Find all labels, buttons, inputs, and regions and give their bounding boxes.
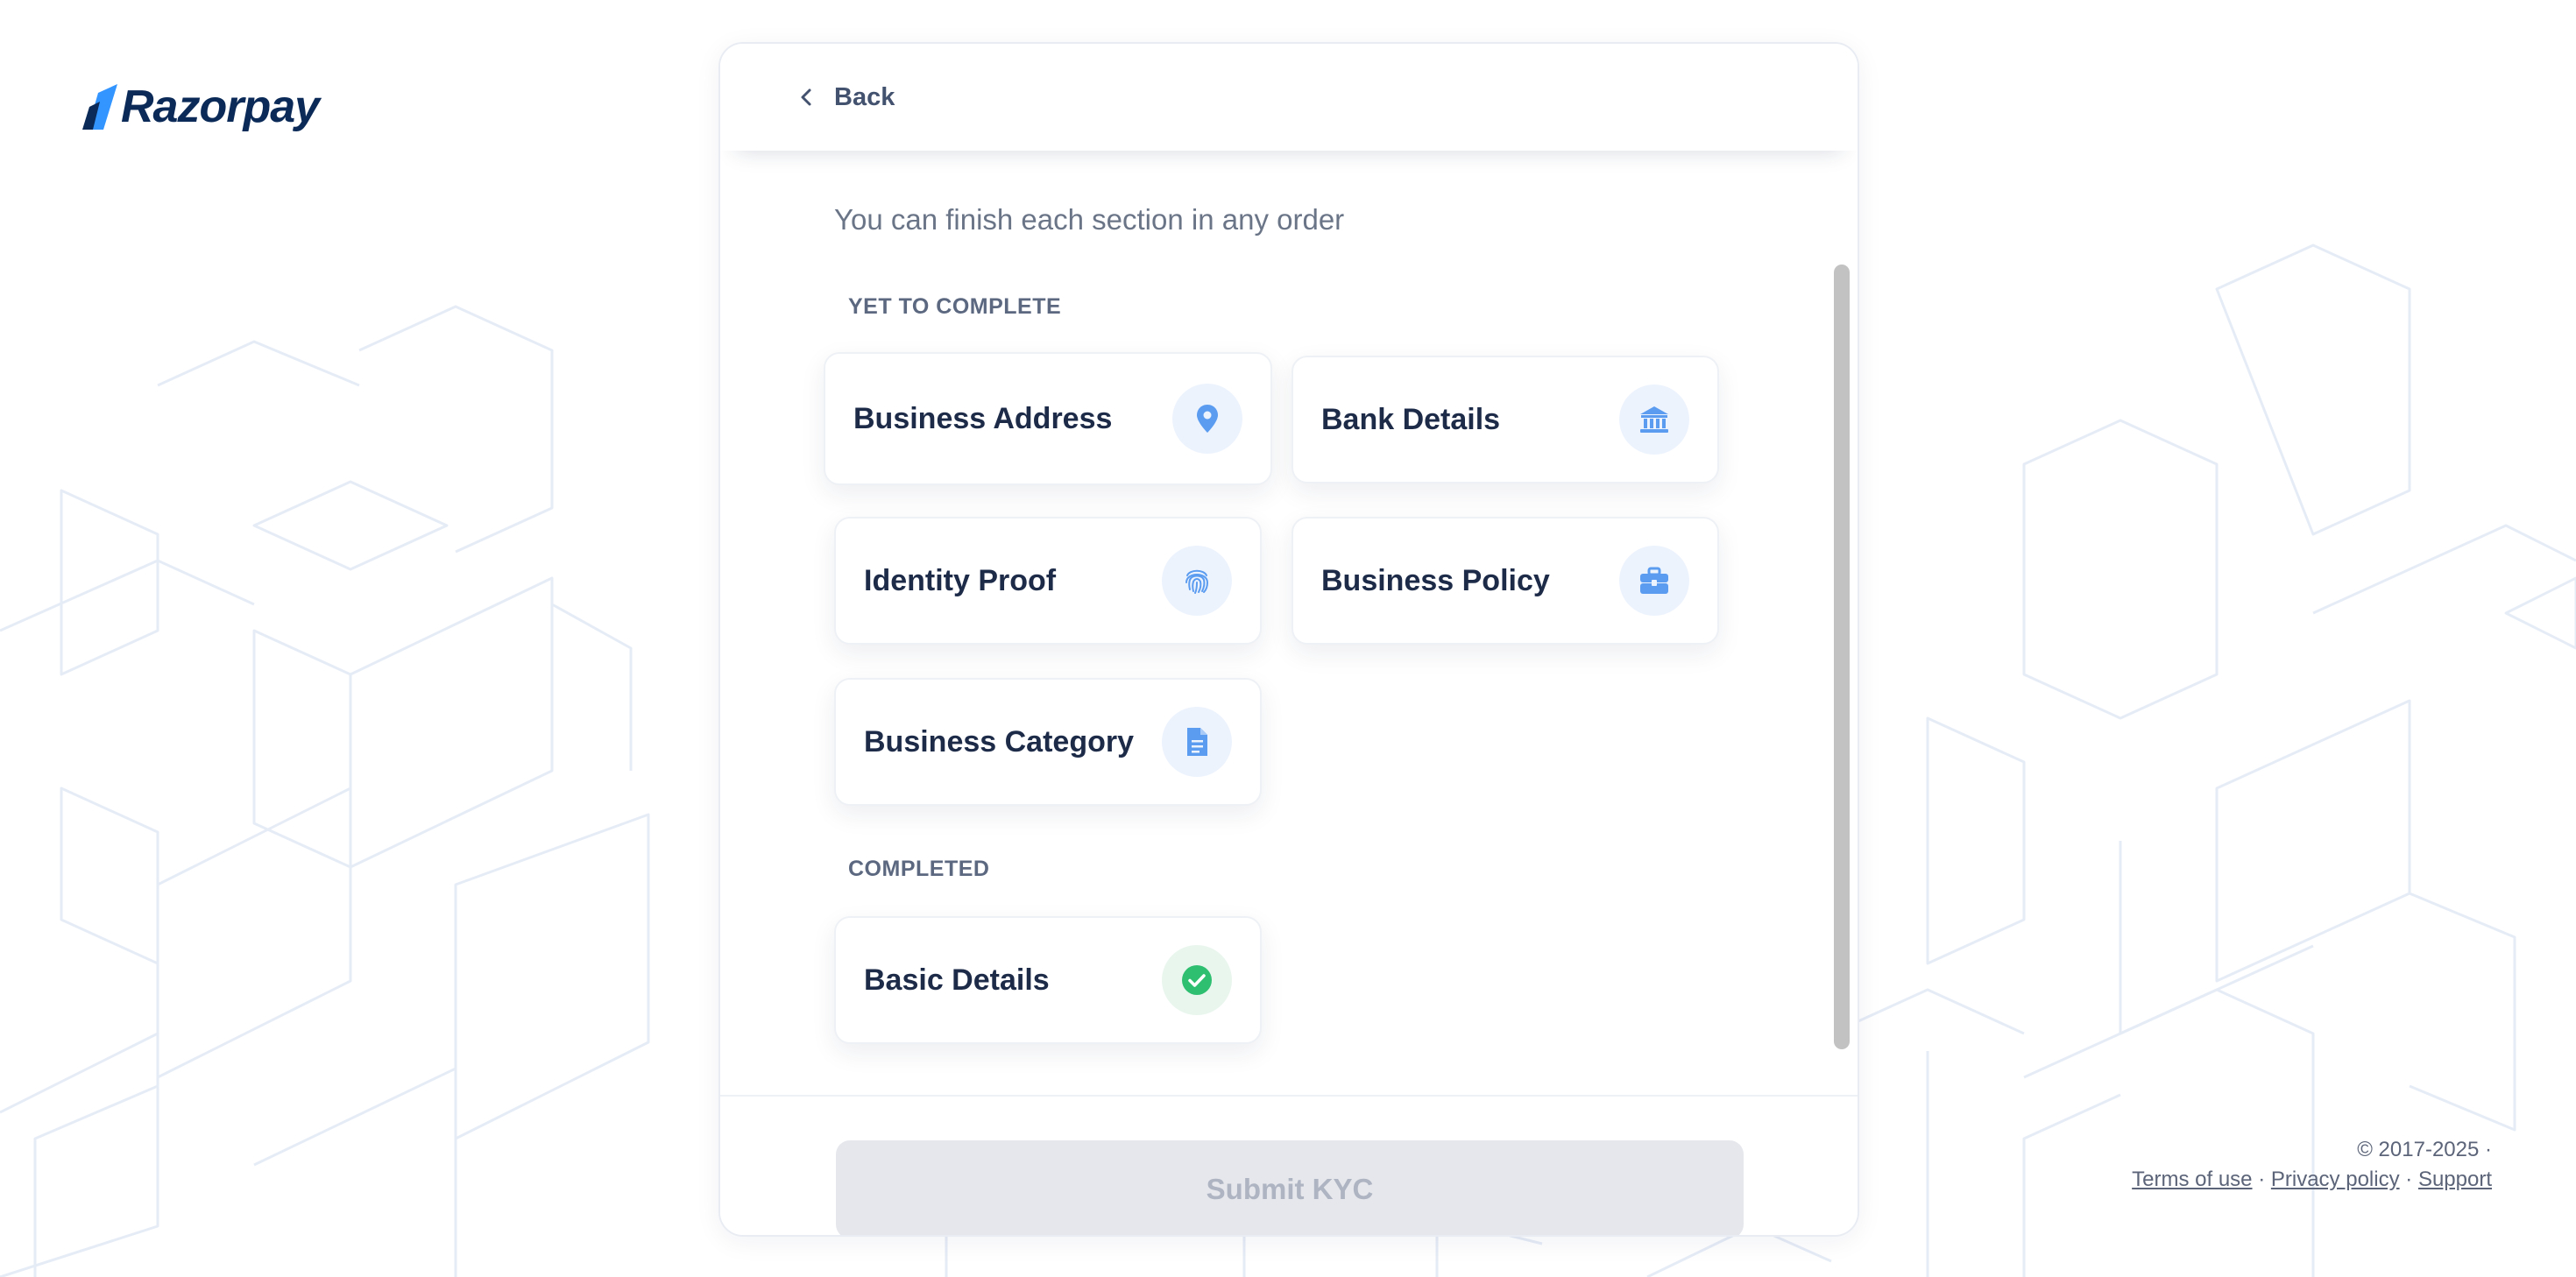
- link-separator: ·: [2405, 1168, 2413, 1191]
- tile-basic-details[interactable]: Basic Details: [834, 916, 1262, 1044]
- legal-footer: © 2017-2025 · Terms of use · Privacy pol…: [2132, 1135, 2492, 1195]
- tile-icon-wrap: [1172, 384, 1242, 454]
- privacy-policy-link[interactable]: Privacy policy: [2271, 1168, 2400, 1191]
- logo-text: Razorpay: [121, 81, 320, 132]
- support-link[interactable]: Support: [2418, 1168, 2492, 1191]
- tile-identity-proof[interactable]: Identity Proof: [834, 517, 1262, 645]
- card-header: Back: [720, 44, 1858, 151]
- link-separator: ·: [2258, 1168, 2266, 1191]
- kyc-card: Back You can finish each section in any …: [718, 42, 1859, 1237]
- tile-label: Identity Proof: [864, 563, 1057, 597]
- back-label: Back: [834, 82, 895, 111]
- razorpay-mark-icon: [82, 84, 117, 130]
- tile-icon-wrap: [1162, 546, 1232, 616]
- tile-business-category[interactable]: Business Category: [834, 678, 1262, 806]
- scrollbar-thumb[interactable]: [1834, 265, 1850, 1049]
- terms-of-use-link[interactable]: Terms of use: [2132, 1168, 2252, 1191]
- sections-scroll-area[interactable]: You can finish each section in any order…: [720, 151, 1829, 1095]
- tile-label: Basic Details: [864, 963, 1050, 997]
- chevron-left-icon: [801, 88, 811, 106]
- section-label-completed: COMPLETED: [848, 857, 990, 881]
- tile-icon-wrap: [1162, 707, 1232, 777]
- tile-icon-wrap: [1162, 945, 1232, 1015]
- location-pin-icon: [1197, 405, 1218, 433]
- tile-label: Business Address: [853, 401, 1113, 435]
- tile-label: Business Category: [864, 724, 1134, 758]
- briefcase-icon: [1640, 567, 1668, 594]
- back-button[interactable]: Back: [797, 83, 895, 112]
- tile-bank-details[interactable]: Bank Details: [1292, 356, 1719, 483]
- fingerprint-icon: [1185, 569, 1209, 594]
- tile-business-policy[interactable]: Business Policy: [1292, 517, 1719, 645]
- document-icon: [1187, 728, 1207, 756]
- bank-icon: [1640, 406, 1668, 433]
- page-subtitle: You can finish each section in any order: [834, 203, 1345, 236]
- tile-icon-wrap: [1619, 385, 1689, 455]
- tile-label: Bank Details: [1321, 402, 1501, 436]
- card-footer: Submit KYC: [720, 1095, 1858, 1235]
- copyright-text: © 2017-2025 ·: [2357, 1138, 2492, 1161]
- razorpay-logo[interactable]: Razorpay: [82, 81, 320, 133]
- tile-label: Business Policy: [1321, 563, 1550, 597]
- check-circle-icon: [1182, 965, 1212, 995]
- tile-icon-wrap: [1619, 546, 1689, 616]
- section-label-pending: YET TO COMPLETE: [848, 294, 1062, 319]
- submit-kyc-button[interactable]: Submit KYC: [836, 1140, 1744, 1235]
- tile-business-address[interactable]: Business Address: [824, 352, 1272, 485]
